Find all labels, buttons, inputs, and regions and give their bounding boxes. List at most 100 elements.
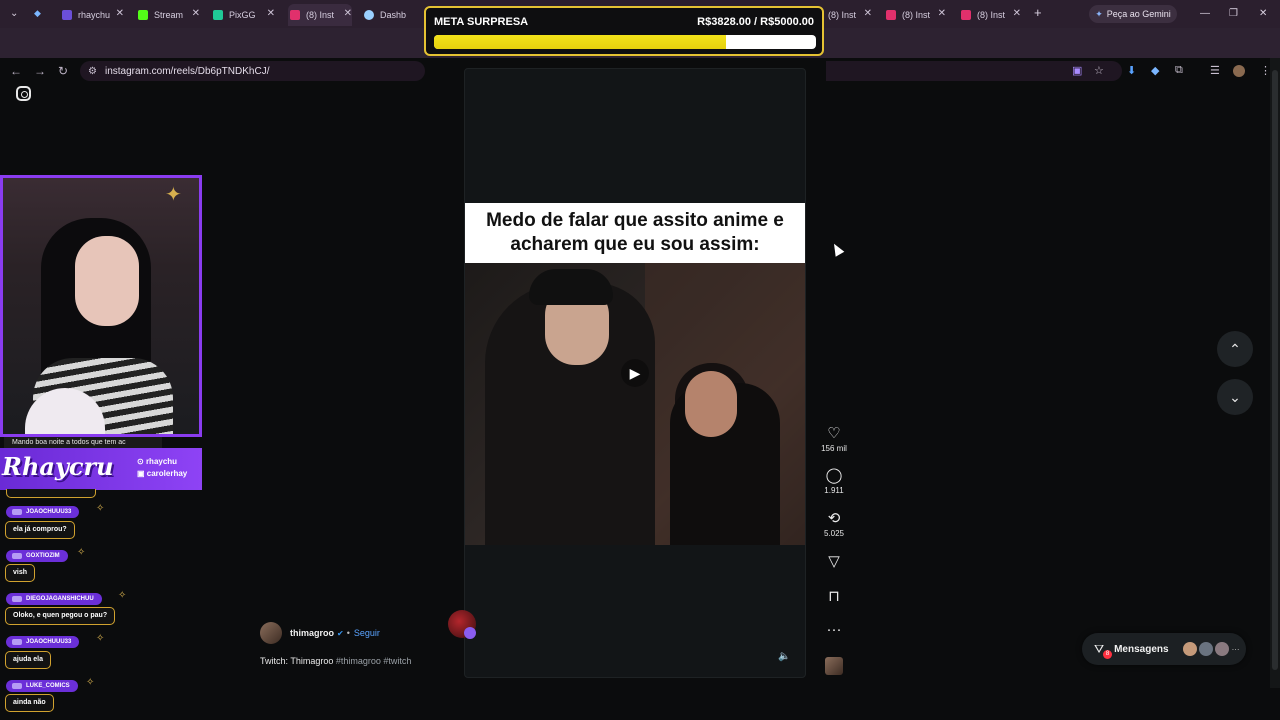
dashboard-icon: [364, 10, 374, 20]
tab-stream[interactable]: Stream ✕: [138, 4, 200, 26]
scrollbar-thumb[interactable]: [1272, 70, 1278, 670]
audio-thumbnail: [825, 657, 843, 675]
chevron-up-icon: ⌃: [1229, 340, 1241, 357]
repost-button[interactable]: ⟲ 5.025: [818, 511, 850, 539]
save-button[interactable]: ⊓: [818, 589, 850, 605]
reel-video[interactable]: [465, 263, 805, 545]
chat-decoration-icon: ✧: [96, 633, 105, 644]
back-icon[interactable]: ←: [10, 64, 22, 78]
description-text: Twitch: Thimagroo: [260, 656, 334, 666]
author-avatar[interactable]: [260, 622, 282, 644]
audio-button[interactable]: [818, 657, 850, 675]
reposts-count: 5.025: [823, 529, 845, 538]
chat-username: LUKE_COMICS: [6, 680, 78, 692]
comment-button[interactable]: ◯ 1.911: [818, 467, 850, 496]
tab-label: (8) Inst: [977, 10, 1006, 20]
message-avatar: [1182, 642, 1197, 656]
reel-description: Twitch: Thimagroo #thimagroo #twitch: [260, 656, 411, 666]
bookmark-icon: ⊓: [828, 588, 840, 605]
collab-avatar[interactable]: [448, 610, 476, 639]
extension-icon[interactable]: ◆: [1151, 64, 1159, 77]
separator-dot: •: [346, 628, 350, 638]
tab-label: (8) Inst: [828, 10, 857, 20]
minimize-icon[interactable]: —: [1200, 8, 1210, 19]
tab-label: PixGG: [229, 10, 256, 20]
previous-reel-button[interactable]: ⌃: [1217, 331, 1253, 367]
close-tab-icon[interactable]: ✕: [938, 8, 946, 19]
goal-overlay: META SURPRESA R$3828.00 / R$5000.00: [424, 6, 824, 56]
goal-progress-fill: [434, 35, 727, 49]
tab-instagram[interactable]: (8) Inst ✕: [828, 4, 872, 26]
restore-icon[interactable]: ❐: [1229, 8, 1238, 19]
tab-label: Stream: [154, 10, 184, 20]
message-avatar: [1198, 642, 1213, 656]
share-button[interactable]: ▽: [818, 554, 850, 570]
next-reel-button[interactable]: ⌄: [1217, 379, 1253, 415]
goal-amount: R$3828.00 / R$5000.00: [697, 16, 814, 28]
close-window-icon[interactable]: ✕: [1259, 8, 1267, 19]
chat-decoration-icon: ✧: [96, 503, 105, 514]
hashtags[interactable]: #thimagroo #twitch: [336, 656, 412, 666]
messenger-icon: ⛛ 8: [1094, 642, 1112, 659]
comment-icon: ◯: [825, 467, 843, 484]
pixgg-icon: [213, 10, 223, 20]
url-text: instagram.com/reels/Db6pTNDKhCJ/: [104, 65, 270, 77]
tab-instagram-active[interactable]: (8) Inst ✕: [288, 4, 352, 26]
bookmark-star-icon[interactable]: ☆: [1094, 64, 1104, 77]
pinned-tab-icon[interactable]: ◆: [34, 8, 41, 19]
tab-instagram[interactable]: (8) Inst ✕: [961, 4, 1021, 26]
like-button[interactable]: ♡ 156 mil: [818, 426, 850, 454]
tab-label: (8) Inst: [902, 10, 931, 20]
download-icon[interactable]: ⬇: [1127, 64, 1136, 77]
instagram-icon: [290, 10, 300, 20]
url-field[interactable]: ⚙ instagram.com/reels/Db6pTNDKhCJ/: [80, 61, 425, 81]
more-options-button[interactable]: ···: [818, 622, 850, 638]
verified-icon: ✔: [337, 628, 344, 638]
extensions-puzzle-icon[interactable]: ⧉: [1175, 64, 1183, 77]
close-tab-icon[interactable]: ✕: [864, 8, 872, 19]
forward-icon[interactable]: →: [34, 64, 46, 78]
profile-avatar[interactable]: [1233, 65, 1245, 77]
follow-button[interactable]: Seguir: [354, 628, 380, 638]
chat-username: JOAOCHUUU33: [6, 636, 80, 648]
webcam-person-face: [75, 236, 139, 326]
close-tab-icon[interactable]: ✕: [192, 8, 200, 19]
gemini-icon: ✦: [1095, 8, 1103, 19]
message-avatar: [1214, 642, 1229, 656]
volume-icon[interactable]: 🔈: [778, 651, 790, 662]
collab-badge-icon: [464, 627, 476, 639]
mouse-cursor-icon: [829, 241, 845, 257]
close-tab-icon[interactable]: ✕: [116, 8, 124, 19]
instagram-icon: [961, 10, 971, 20]
page-scrollbar[interactable]: [1270, 58, 1280, 688]
tab-instagram[interactable]: (8) Inst ✕: [886, 4, 946, 26]
author-name[interactable]: thimagroo: [290, 628, 334, 638]
send-icon: ▽: [828, 553, 840, 570]
messages-button[interactable]: ⛛ 8 Mensagens ···: [1082, 633, 1246, 665]
chat-username: GOXTIOZIM: [6, 550, 68, 562]
tab-rhaychu[interactable]: rhaychu ✕: [62, 4, 124, 26]
close-tab-icon[interactable]: ✕: [344, 8, 352, 19]
likes-count: 156 mil: [821, 444, 847, 453]
chat-decoration-icon: ✧: [86, 677, 95, 688]
reading-list-icon[interactable]: ☰: [1210, 64, 1220, 77]
reload-icon[interactable]: ↻: [58, 64, 68, 78]
tab-dashboard[interactable]: Dashb: [364, 4, 422, 26]
instagram-logo-icon[interactable]: [16, 86, 31, 101]
gemini-button[interactable]: ✦ Peça ao Gemini: [1089, 5, 1177, 23]
twitch-icon: [62, 10, 72, 20]
tab-pixgg[interactable]: PixGG ✕: [213, 4, 275, 26]
social-handle: ▣ carolerhay: [137, 469, 188, 478]
close-tab-icon[interactable]: ✕: [267, 8, 275, 19]
cast-icon[interactable]: ▣: [1072, 64, 1082, 77]
new-tab-icon[interactable]: +: [1034, 5, 1042, 20]
reel-author: thimagroo ✔ • Seguir: [260, 622, 380, 644]
tab-label: rhaychu: [78, 10, 111, 20]
video-man-cap: [529, 269, 613, 305]
tab-search-icon[interactable]: ⌄: [10, 8, 18, 19]
play-icon[interactable]: ▶: [621, 359, 649, 387]
close-tab-icon[interactable]: ✕: [1013, 8, 1021, 19]
chevron-down-icon: ⌄: [1229, 388, 1241, 405]
chat-message: ainda não: [5, 694, 54, 712]
site-info-icon[interactable]: ⚙: [88, 66, 97, 77]
